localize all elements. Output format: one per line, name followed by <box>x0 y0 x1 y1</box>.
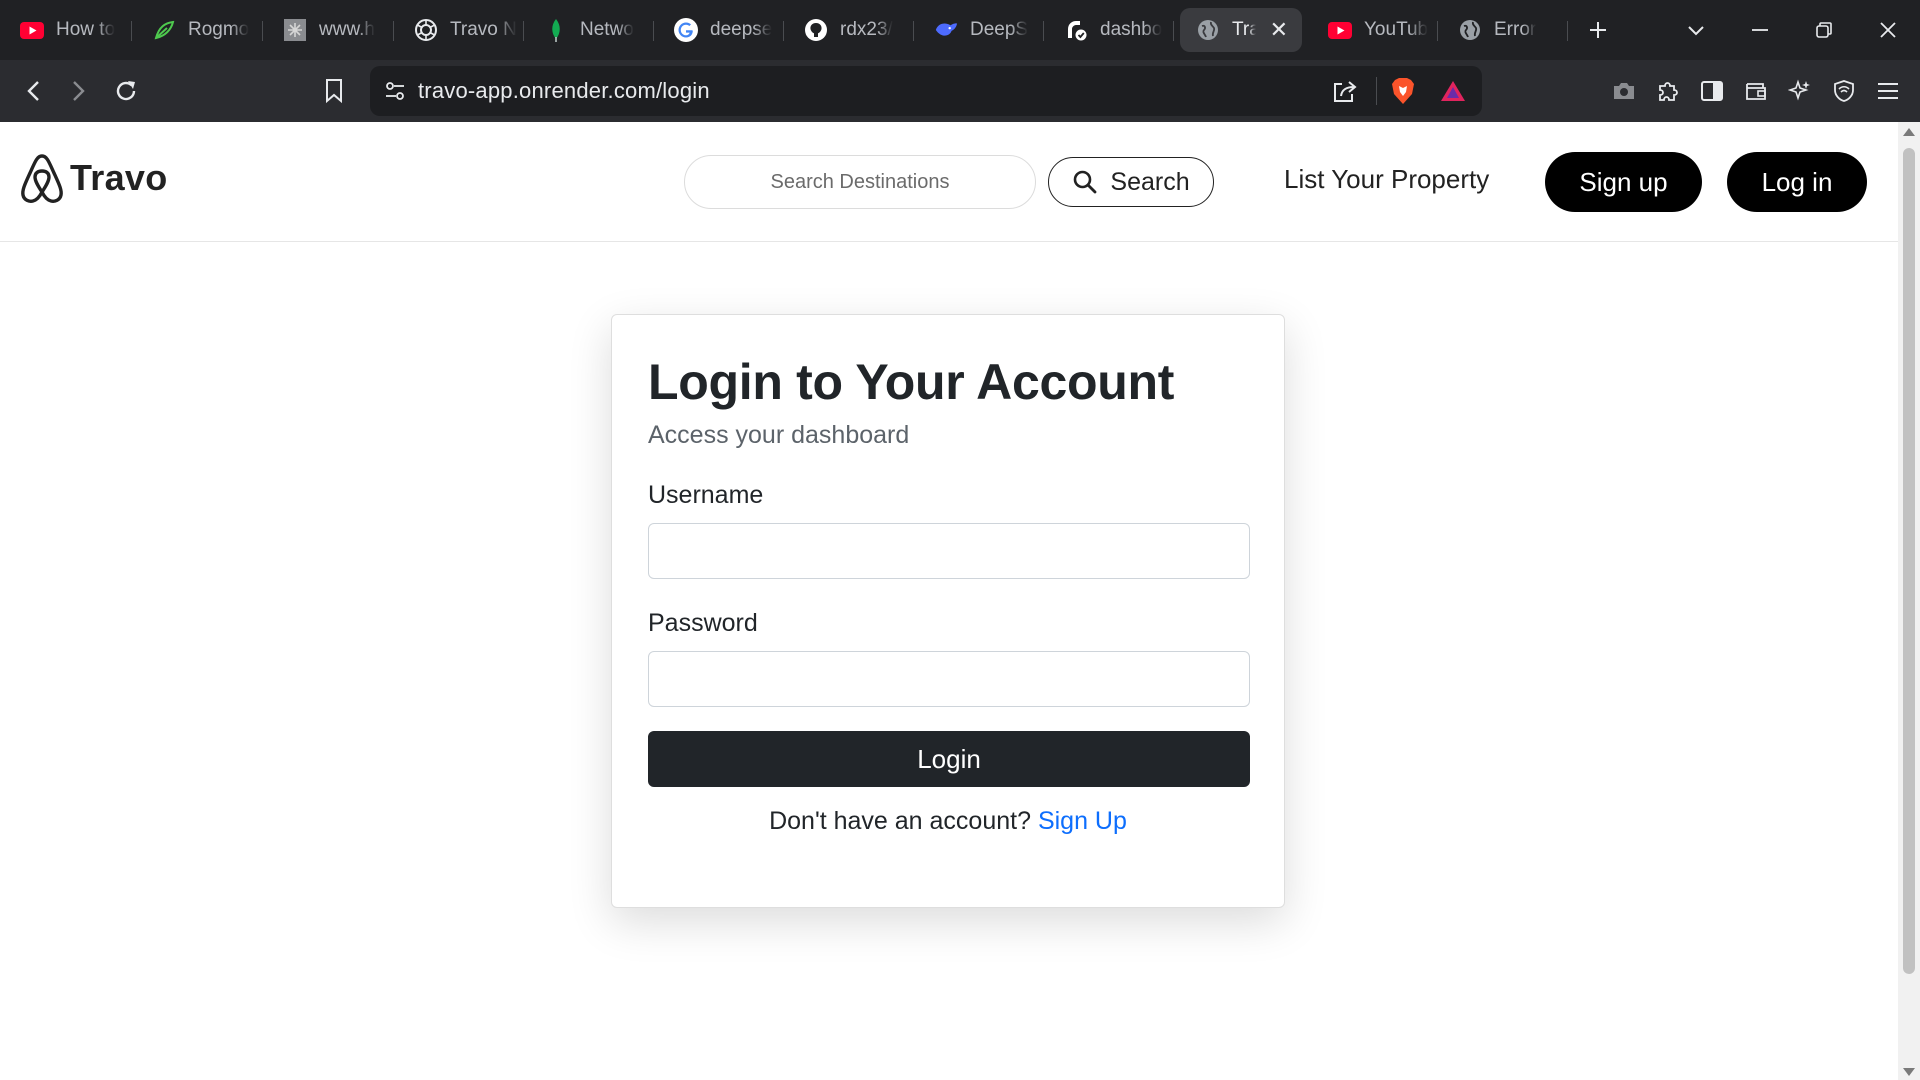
browser-tab[interactable]: deepse <box>654 8 784 52</box>
signup-button[interactable]: Sign up <box>1545 152 1702 212</box>
extensions-icon[interactable] <box>1646 69 1690 113</box>
tab-title: DeepS <box>970 19 1029 40</box>
minimize-icon[interactable] <box>1728 0 1792 60</box>
tab-title: Rogmo <box>188 19 250 40</box>
browser-tab[interactable]: YouTub <box>1308 8 1438 52</box>
search-button[interactable]: Search <box>1048 157 1214 207</box>
openai-icon <box>414 18 438 42</box>
password-field[interactable] <box>648 651 1250 707</box>
tab-title: Error <box>1494 19 1537 40</box>
destination-search-input[interactable] <box>684 155 1036 209</box>
page-scrollbar[interactable] <box>1898 122 1920 1080</box>
github-icon <box>804 18 828 42</box>
tab-title: dashbo <box>1100 19 1163 40</box>
browser-tab-active[interactable]: Tra ✕ <box>1180 8 1302 52</box>
username-label: Username <box>648 481 764 509</box>
leaf-icon <box>152 18 176 42</box>
scrollbar-thumb[interactable] <box>1903 148 1915 974</box>
back-icon[interactable] <box>12 69 56 113</box>
search-icon <box>1072 169 1098 195</box>
login-subtitle: Access your dashboard <box>648 421 910 449</box>
close-tab-icon[interactable]: ✕ <box>1270 17 1288 43</box>
wallet-icon[interactable] <box>1734 69 1778 113</box>
youtube-icon <box>20 18 44 42</box>
web-page: Travo Search List Your Property Sign up … <box>0 122 1898 1080</box>
render-icon <box>1064 18 1088 42</box>
brand-name: Travo <box>70 157 168 198</box>
browser-tab[interactable]: Rogmo <box>132 8 263 52</box>
image-icon <box>283 18 307 42</box>
tab-title: Netwo <box>580 19 634 40</box>
toolbar-right-actions <box>1602 69 1910 113</box>
browser-toolbar: travo-app.onrender.com/login <box>0 60 1920 122</box>
site-settings-icon[interactable] <box>384 80 406 102</box>
leo-ai-icon[interactable] <box>1778 69 1822 113</box>
browser-tab[interactable]: How to <box>0 8 132 52</box>
share-icon[interactable] <box>1332 79 1358 103</box>
browser-tab[interactable]: DeepS <box>914 8 1044 52</box>
menu-icon[interactable] <box>1866 69 1910 113</box>
brave-rewards-icon[interactable] <box>1440 79 1466 103</box>
browser-tab[interactable]: rdx23/ <box>784 8 914 52</box>
login-card: Login to Your Account Access your dashbo… <box>611 314 1285 908</box>
brand-logo[interactable]: Travo <box>18 152 168 204</box>
reload-icon[interactable] <box>104 69 148 113</box>
globe-icon <box>1458 18 1482 42</box>
username-field[interactable] <box>648 523 1250 579</box>
deepseek-icon <box>934 18 958 42</box>
signup-link[interactable]: Sign Up <box>1038 807 1127 835</box>
forward-icon[interactable] <box>56 69 100 113</box>
signup-prompt-text: Don't have an account? <box>769 807 1031 835</box>
scroll-up-arrow-icon[interactable] <box>1903 128 1915 136</box>
browser-tab[interactable]: Error <box>1438 8 1568 52</box>
browser-tab[interactable]: Travo N <box>394 8 524 52</box>
tab-title: deepse <box>710 19 773 40</box>
globe-icon <box>1196 18 1220 42</box>
list-your-property-link[interactable]: List Your Property <box>1284 164 1489 195</box>
browser-tab[interactable]: www.h <box>263 8 394 52</box>
browser-tab-strip: How to Rogmo www.h Travo N Netwo deepse <box>0 0 1920 60</box>
vpn-shield-icon[interactable] <box>1822 69 1866 113</box>
bookmark-icon[interactable] <box>312 69 356 113</box>
site-navbar: Travo Search List Your Property Sign up … <box>0 122 1898 242</box>
screenshot-icon[interactable] <box>1602 69 1646 113</box>
mongodb-icon <box>544 18 568 42</box>
close-window-icon[interactable] <box>1856 0 1920 60</box>
restore-icon[interactable] <box>1792 0 1856 60</box>
youtube-icon <box>1328 18 1352 42</box>
tab-title: How to <box>56 19 116 40</box>
login-submit-button[interactable]: Login <box>648 731 1250 787</box>
tab-search-chevron-icon[interactable] <box>1664 0 1728 60</box>
signup-prompt: Don't have an account? Sign Up <box>612 807 1284 836</box>
airbnb-logo-icon <box>18 152 66 204</box>
address-bar[interactable]: travo-app.onrender.com/login <box>370 66 1482 116</box>
login-title: Login to Your Account <box>648 354 1175 410</box>
password-label: Password <box>648 609 758 637</box>
tab-title: YouTub <box>1364 19 1429 40</box>
tab-title: www.h <box>319 19 375 40</box>
tab-title: Travo N <box>450 19 517 40</box>
tab-title: rdx23/ <box>840 19 893 40</box>
browser-tab[interactable]: Netwo <box>524 8 654 52</box>
scroll-down-arrow-icon[interactable] <box>1903 1068 1915 1076</box>
sidebar-icon[interactable] <box>1690 69 1734 113</box>
tab-title: Tra <box>1232 19 1256 40</box>
google-icon <box>674 18 698 42</box>
search-button-label: Search <box>1110 167 1190 196</box>
new-tab-icon[interactable] <box>1576 8 1620 52</box>
login-nav-button[interactable]: Log in <box>1727 152 1867 212</box>
divider <box>1376 77 1377 105</box>
browser-tab[interactable]: dashbo <box>1044 8 1174 52</box>
brave-shields-icon[interactable] <box>1390 77 1416 105</box>
url-text[interactable]: travo-app.onrender.com/login <box>418 78 710 104</box>
